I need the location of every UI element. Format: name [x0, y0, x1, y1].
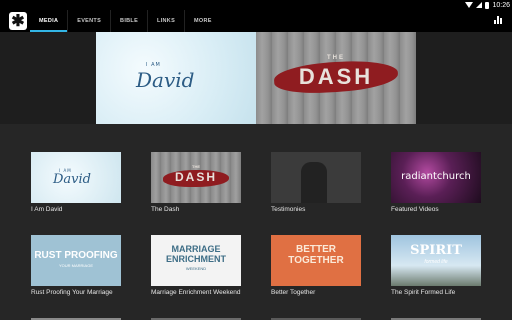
card-title: Featured Videos: [391, 206, 439, 213]
status-bar: 10:26: [0, 0, 512, 10]
tab-more[interactable]: MORE: [184, 10, 221, 32]
signal-icon: [476, 2, 483, 8]
hero-banner-the-dash[interactable]: THE DASH: [256, 32, 416, 124]
tab-media[interactable]: MEDIA: [30, 10, 68, 32]
card-thumbnail: MARRIAGE ENRICHMENT WEEKEND: [151, 235, 241, 286]
card-thumbnail: [271, 152, 361, 203]
battery-icon: [485, 1, 490, 9]
hero-dash-title: DASH: [298, 64, 374, 89]
status-time: 10:26: [492, 1, 510, 9]
card-title: Rust Proofing Your Marriage: [31, 289, 113, 296]
wifi-icon: [465, 2, 474, 8]
hero-banner-i-am-david[interactable]: I AM David: [96, 32, 256, 124]
card-thumbnail: SPIRIT formed life: [391, 235, 481, 286]
card-thumbnail: I AM David: [31, 152, 121, 203]
asterisk-logo-icon[interactable]: ✱: [9, 12, 27, 30]
card-thumbnail: BETTER TOGETHER: [271, 235, 361, 286]
silhouette-shape: [301, 162, 327, 203]
card-thumbnail: radiantchurch: [391, 152, 481, 203]
hero-banner[interactable]: I AM David THE DASH: [0, 32, 512, 124]
card-title: The Dash: [151, 206, 180, 213]
card-title: Better Together: [271, 289, 316, 296]
card-thumbnail: THE DASH: [151, 152, 241, 203]
media-grid: I AM David I Am David THE DASH The Dash …: [0, 124, 512, 320]
card-title: Testimonies: [271, 206, 306, 213]
card-thumbnail: RUST PROOFING YOUR MARRIAGE: [31, 235, 121, 286]
status-icons: 10:26: [465, 0, 510, 10]
tab-events[interactable]: EVENTS: [67, 10, 110, 32]
hero-dash-small: THE: [327, 55, 345, 61]
bar-chart-icon[interactable]: [494, 16, 502, 24]
tab-links[interactable]: LINKS: [147, 10, 184, 32]
tab-bible[interactable]: BIBLE: [110, 10, 147, 32]
tab-bar: MEDIA EVENTS BIBLE LINKS MORE: [30, 10, 221, 32]
card-title: I Am David: [31, 206, 63, 213]
card-title: The Spirit Formed Life: [391, 289, 456, 296]
hero-david-title: David: [136, 68, 195, 92]
app-screen: 10:26 ✱ MEDIA EVENTS BIBLE LINKS MORE I …: [0, 0, 512, 320]
card-title: Marriage Enrichment Weekend: [151, 289, 241, 296]
